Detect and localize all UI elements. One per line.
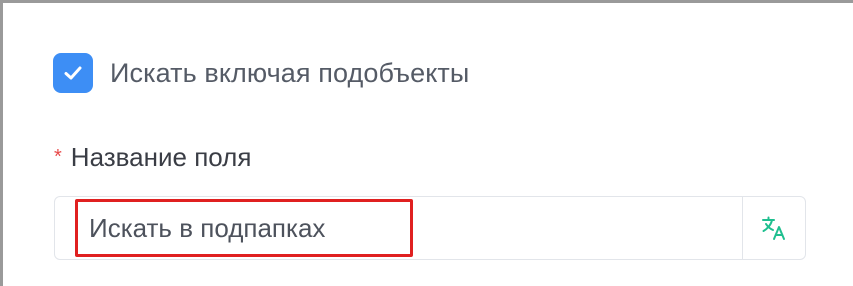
panel-border-left	[0, 0, 3, 286]
highlight-box	[75, 199, 413, 257]
search-subobjects-label: Искать включая подобъекты	[110, 57, 470, 88]
search-subobjects-checkbox[interactable]	[53, 53, 93, 93]
check-icon	[64, 66, 82, 80]
search-subobjects-option[interactable]: Искать включая подобъекты	[53, 53, 469, 93]
translate-button[interactable]	[742, 197, 805, 259]
field-name-label-text: Название поля	[70, 142, 252, 172]
required-marker: *	[54, 146, 62, 168]
translate-icon	[762, 216, 785, 240]
field-name-label: * Название поля	[54, 142, 251, 173]
panel-border-top	[0, 0, 853, 3]
